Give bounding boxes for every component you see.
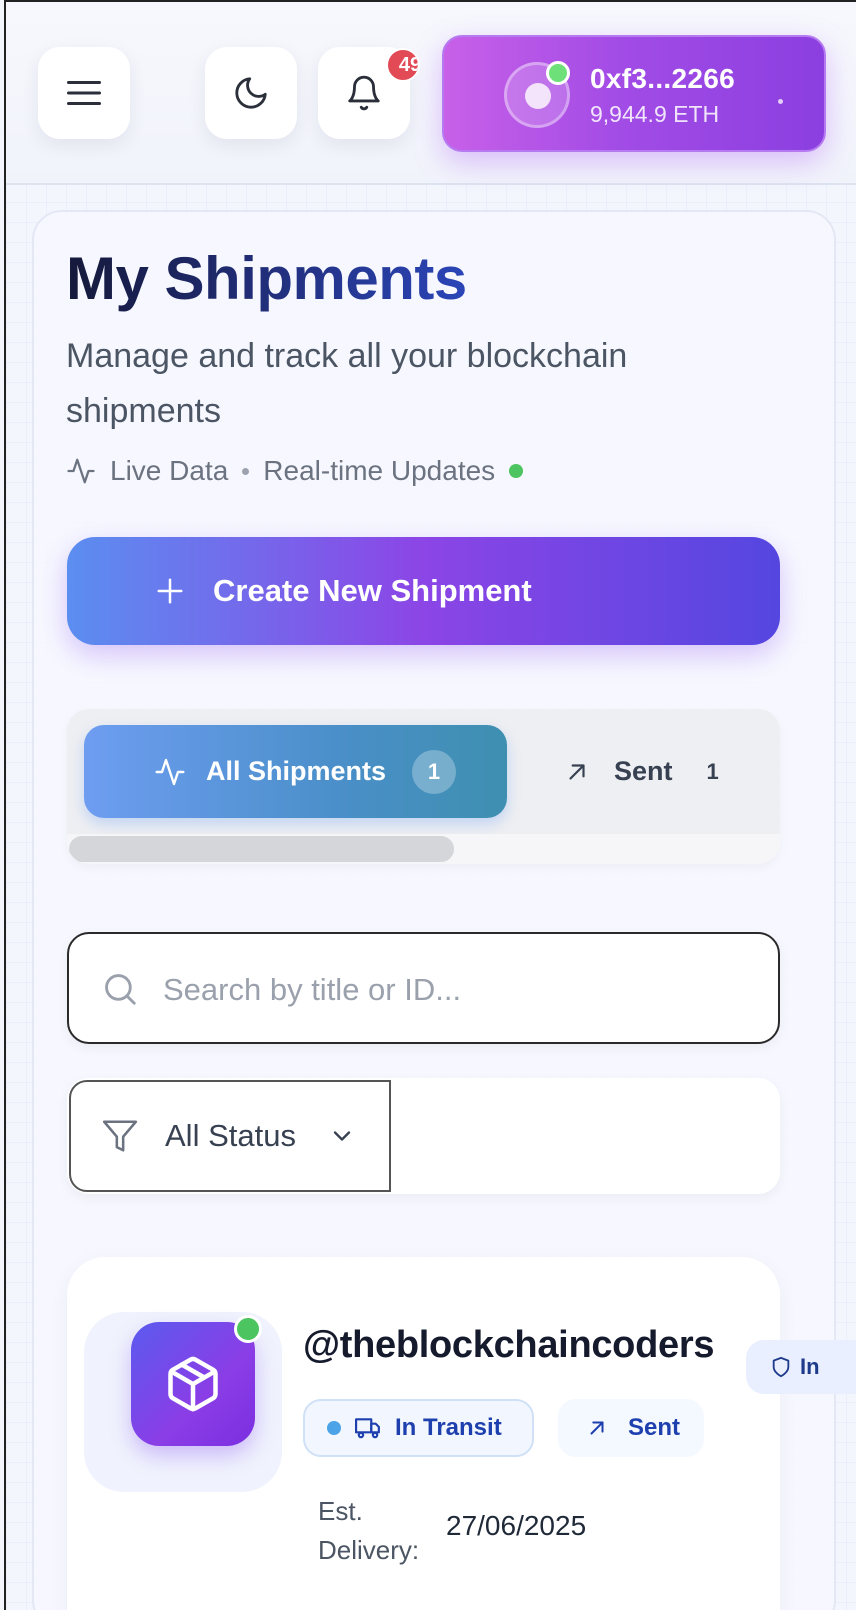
search-box: [67, 932, 780, 1044]
moon-icon: [235, 77, 267, 109]
menu-button[interactable]: [38, 47, 130, 139]
wallet-balance: 9,944.9 ETH: [590, 101, 720, 127]
activity-icon: [155, 758, 185, 785]
app-frame: 49 0xf3...2266 9,944.9 ETH My Shipments …: [4, 0, 856, 1610]
bell-icon: [348, 75, 380, 111]
truck-icon: [355, 1418, 380, 1439]
notification-count-badge: 49: [386, 48, 420, 82]
hamburger-menu-icon: [67, 81, 101, 105]
tabs-scrollbar[interactable]: [67, 834, 780, 864]
filter-icon: [102, 1120, 138, 1152]
scrollbar-thumb[interactable]: [69, 836, 454, 862]
live-status-row: Live Data Real-time Updates: [66, 455, 524, 487]
status-chip-label: In Transit: [395, 1414, 502, 1441]
plus-icon: [157, 578, 183, 604]
tab-count: 1: [706, 758, 719, 784]
tab-all-shipments[interactable]: All Shipments 1: [84, 725, 507, 818]
status-filter-select[interactable]: All Status: [69, 1080, 391, 1192]
shipment-online-dot: [234, 1315, 262, 1343]
shipment-tabs: All Shipments 1 Sent 1: [67, 709, 780, 864]
status-dot: [327, 1421, 341, 1435]
live-indicator-dot: [509, 464, 524, 478]
shipment-title: @theblockchaincoders: [303, 1324, 715, 1366]
package-icon: [168, 1356, 218, 1412]
page-title: My Shipments: [66, 245, 467, 312]
separator-dot: [242, 467, 250, 475]
realtime-updates-label: Real-time Updates: [263, 455, 496, 486]
create-shipment-label: Create New Shipment: [213, 573, 532, 608]
status-filter-value: All Status: [165, 1118, 296, 1153]
tab-label: All Shipments: [206, 756, 387, 786]
wallet-button[interactable]: 0xf3...2266 9,944.9 ETH: [442, 35, 826, 152]
security-badge-label: In: [800, 1354, 820, 1379]
tab-sent[interactable]: Sent 1: [564, 725, 774, 818]
arrow-up-right-icon: [569, 763, 585, 780]
wallet-connected-indicator: [546, 61, 570, 85]
delivery-label: Est. Delivery:: [318, 1496, 420, 1565]
direction-chip-label: Sent: [628, 1414, 681, 1441]
filter-bar: All Status: [67, 1078, 780, 1194]
search-icon: [105, 974, 136, 1005]
delivery-date: 27/06/2025: [446, 1510, 587, 1541]
live-data-label: Live Data: [110, 455, 229, 486]
create-shipment-button[interactable]: Create New Shipment: [67, 537, 780, 645]
tab-count-badge: 1: [412, 749, 457, 794]
status-chip: In Transit: [303, 1399, 534, 1457]
wallet-status-dot: [778, 99, 783, 104]
activity-icon: [67, 458, 95, 484]
tab-label: Sent: [614, 756, 673, 786]
shipment-icon-tile: [131, 1322, 255, 1446]
chevron-down-icon: [333, 1131, 351, 1141]
direction-chip: Sent: [558, 1399, 704, 1457]
arrow-up-right-icon: [590, 1421, 604, 1435]
page-subtitle: Manage and track all your blockchain shi…: [66, 337, 628, 430]
security-badge: In: [746, 1340, 856, 1394]
search-input[interactable]: [163, 962, 753, 1018]
wallet-address: 0xf3...2266: [590, 63, 735, 94]
shield-icon: [772, 1356, 790, 1378]
theme-toggle-button[interactable]: [205, 47, 297, 139]
